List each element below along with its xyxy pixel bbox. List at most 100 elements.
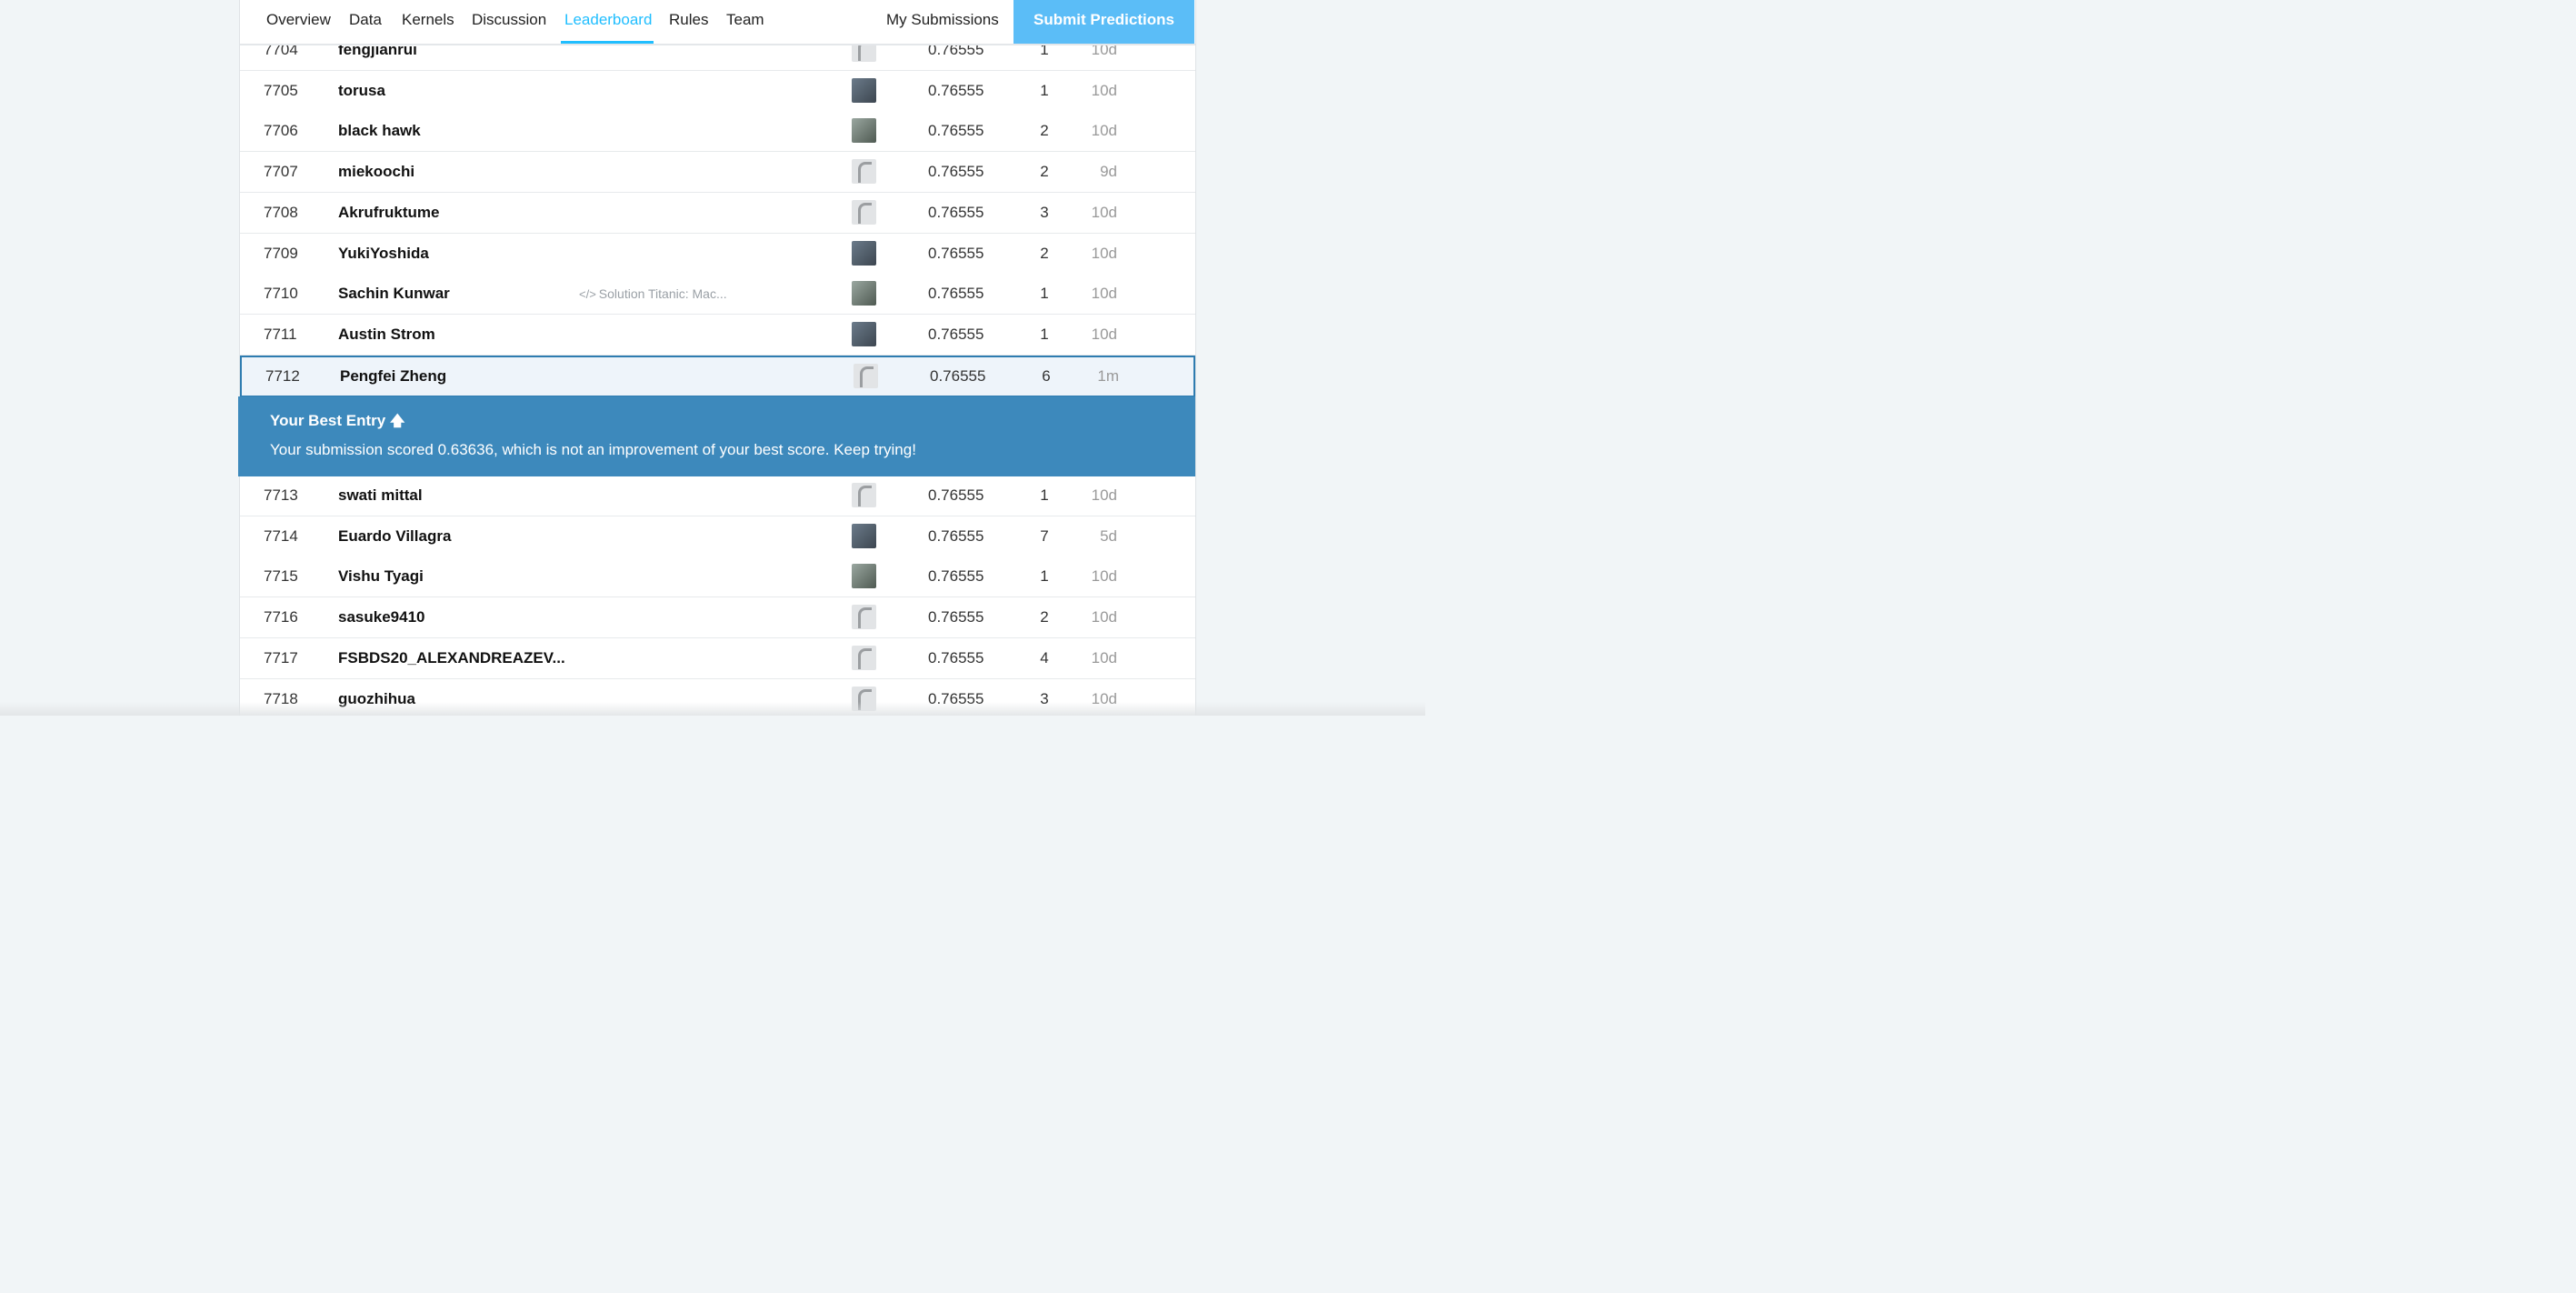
tab-data[interactable]: Data [349,0,382,42]
score-cell: 0.76555 [928,648,984,667]
best-entry-title-text: Your Best Entry [270,412,386,429]
leaderboard-row[interactable]: 7717 FSBDS20_ALEXANDREAZEV... 0.76555 4 10d [240,637,1195,683]
team-name[interactable]: torusa [338,71,385,111]
avatar[interactable] [852,321,876,346]
tier-indicator [852,104,856,115]
score-cell: 0.76555 [928,122,984,140]
leaderboard-row[interactable]: 7713 swati mittal 0.76555 1 10d [240,476,1195,520]
last-submission-cell: 10d [1091,608,1117,626]
last-submission-cell: 10d [1091,285,1117,303]
default-avatar-icon [858,647,872,669]
tab-leaderboard[interactable]: Leaderboard [564,0,652,42]
score-cell: 0.76555 [928,203,984,221]
score-cell: 0.76555 [928,608,984,626]
avatar[interactable] [852,118,876,144]
team-name[interactable]: YukiYoshida [338,234,429,274]
best-entry-message: Your submission scored 0.63636, which is… [270,441,916,458]
team-name[interactable]: swati mittal [338,476,423,516]
avatar[interactable] [852,523,876,548]
tab-discussion[interactable]: Discussion [472,0,546,42]
rank-cell: 7706 [264,122,298,140]
active-tab-indicator [561,41,654,44]
avatar[interactable] [852,199,876,225]
my-leaderboard-row[interactable]: 7712 Pengfei Zheng 0.76555 6 1m [240,356,1195,402]
avatar[interactable] [852,564,876,589]
rank-cell: 7713 [264,486,298,504]
entries-cell: 2 [1040,244,1049,262]
tier-indicator [852,671,856,683]
rank-cell: 7709 [264,244,298,262]
code-icon: </> [579,287,596,302]
avatar[interactable] [852,645,876,670]
avatar[interactable] [852,483,876,507]
score-cell: 0.76555 [928,325,984,343]
default-avatar-icon [858,202,872,224]
leaderboard-row[interactable]: 7711 Austin Strom 0.76555 1 10d [240,314,1195,359]
avatar[interactable] [852,281,876,306]
team-name[interactable]: black hawk [338,111,421,151]
entries-cell: 1 [1040,81,1049,99]
avatar[interactable] [852,77,876,103]
tier-indicator [852,185,856,197]
tier-indicator [852,306,861,319]
avatar[interactable] [852,605,876,630]
best-entry-banner: Your Best Entry 🡅 Your submission scored… [238,396,1195,476]
team-name[interactable]: Austin Strom [338,315,435,355]
my-submissions-link[interactable]: My Submissions [886,0,999,42]
team-name[interactable]: miekoochi [338,152,414,192]
leaderboard-row[interactable]: 7708 Akrufruktume 0.76555 3 10d [240,192,1195,237]
kernel-link[interactable]: </> Solution Titanic: Mac... [579,274,727,315]
tier-indicator [852,508,856,520]
team-name[interactable]: Pengfei Zheng [340,357,446,396]
avatar[interactable] [852,159,876,185]
rank-cell: 7711 [264,325,297,343]
leaderboard-row[interactable]: 7714 Euardo Villagra 0.76555 7 5d [240,516,1195,561]
default-avatar-icon [860,366,874,387]
team-name[interactable]: Akrufruktume [338,193,439,233]
tab-kernels[interactable]: Kernels [402,0,454,42]
bottom-fade [0,702,1425,716]
entries-cell: 1 [1040,486,1049,504]
avatar[interactable] [854,364,878,388]
team-name[interactable]: Sachin Kunwar [338,274,450,314]
team-name[interactable]: FSBDS20_ALEXANDREAZEV... [338,638,565,678]
best-entry-title: Your Best Entry 🡅 [270,411,404,436]
leaderboard-row[interactable]: 7715 Vishu Tyagi 0.76555 1 10d [240,556,1195,602]
leaderboard-panel: Overview Data Kernels Discussion Leaderb… [239,0,1196,716]
default-avatar-icon [858,607,872,629]
team-name[interactable]: sasuke9410 [338,597,424,637]
entries-cell: 1 [1040,325,1049,343]
competition-tabs: Overview Data Kernels Discussion Leaderb… [240,0,1195,45]
score-cell: 0.76555 [928,486,984,504]
team-name[interactable]: Vishu Tyagi [338,556,424,596]
tab-rules[interactable]: Rules [669,0,708,42]
last-submission-cell: 1m [1097,367,1119,385]
leaderboard-row[interactable]: 7716 sasuke9410 0.76555 2 10d [240,597,1195,643]
default-avatar-icon [858,486,872,506]
rank-cell: 7712 [265,367,300,385]
entries-cell: 4 [1040,648,1049,667]
entries-cell: 3 [1040,203,1049,221]
leaderboard-row[interactable]: 7709 YukiYoshida 0.76555 2 10d [240,233,1195,278]
tab-overview[interactable]: Overview [266,0,331,42]
leaderboard-row[interactable]: 7707 miekoochi 0.76555 2 9d [240,152,1195,197]
last-submission-cell: 10d [1091,81,1117,99]
last-submission-cell: 10d [1091,567,1117,586]
entries-cell: 1 [1040,567,1049,586]
team-name[interactable]: Euardo Villagra [338,516,451,556]
tier-indicator [852,63,856,75]
tab-team[interactable]: Team [726,0,764,42]
leaderboard-row[interactable]: 7706 black hawk 0.76555 2 10d [240,111,1195,156]
entries-cell: 6 [1042,367,1051,385]
submit-predictions-button[interactable]: Submit Predictions [1013,0,1194,44]
rank-cell: 7708 [264,203,298,221]
rank-cell: 7715 [264,567,298,586]
rank-cell: 7714 [264,526,298,545]
rank-cell: 7710 [264,285,298,303]
leaderboard-row[interactable]: 7705 torusa 0.76555 1 10d [240,70,1195,115]
last-submission-cell: 10d [1091,486,1117,504]
tier-indicator [852,347,856,359]
avatar[interactable] [852,240,876,266]
last-submission-cell: 9d [1100,163,1117,181]
leaderboard-row[interactable]: 7710 Sachin Kunwar </> Solution Titanic: Ma… [240,274,1195,319]
